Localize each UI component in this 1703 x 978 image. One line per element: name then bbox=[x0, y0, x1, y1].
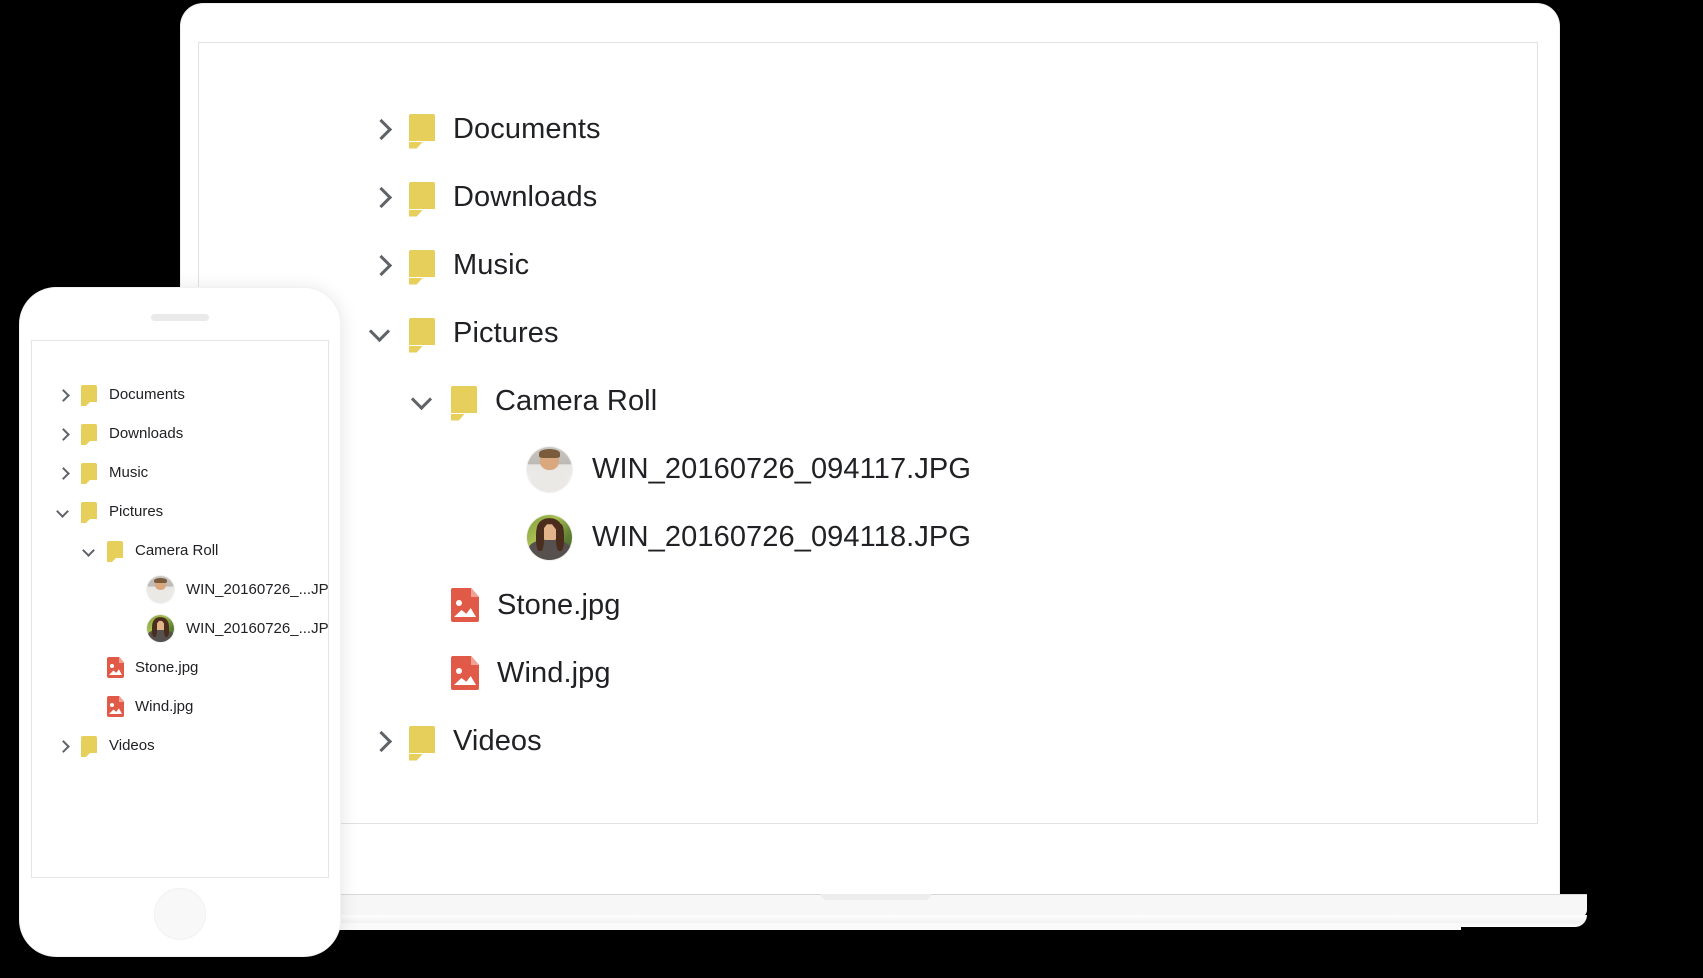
chevron-down-icon[interactable] bbox=[407, 386, 437, 416]
jpg-file-icon bbox=[107, 696, 124, 717]
desktop-tree-row-camera-roll[interactable]: Camera Roll bbox=[199, 367, 1537, 435]
folder-icon bbox=[409, 249, 435, 285]
chevron-right-icon[interactable] bbox=[54, 464, 72, 482]
photo-thumbnail bbox=[147, 615, 174, 642]
desktop-tree-row-pictures[interactable]: Pictures bbox=[199, 299, 1537, 367]
phone-tree-label: Documents bbox=[109, 386, 185, 403]
photo-thumbnail bbox=[527, 446, 572, 492]
desktop-tree-label: Wind.jpg bbox=[497, 656, 611, 689]
desktop-tree-label: Pictures bbox=[453, 316, 559, 349]
phone-screen: Documents Downloads Music Pictures Camera Ro… bbox=[31, 340, 329, 878]
laptop-base-notch bbox=[821, 894, 931, 900]
desktop-tree-row-stone-jpg[interactable]: Stone.jpg bbox=[199, 571, 1537, 639]
folder-icon bbox=[81, 502, 97, 523]
chevron-right-icon[interactable] bbox=[365, 114, 395, 144]
chevron-right-icon[interactable] bbox=[54, 386, 72, 404]
desktop-file-tree-rows: Documents Downloads Music Pictures Camera Ro… bbox=[199, 95, 1537, 775]
desktop-tree-label: Camera Roll bbox=[495, 384, 658, 417]
laptop-base-foot bbox=[281, 923, 1461, 930]
phone-file-tree[interactable]: Documents Downloads Music Pictures Camera Ro… bbox=[32, 341, 328, 765]
desktop-tree-label: WIN_20160726_094118.JPG bbox=[592, 520, 972, 553]
chevron-right-icon[interactable] bbox=[54, 425, 72, 443]
desktop-tree-label: Videos bbox=[453, 724, 542, 757]
desktop-tree-row-videos[interactable]: Videos bbox=[199, 707, 1537, 775]
desktop-tree-label: Stone.jpg bbox=[497, 588, 621, 621]
folder-icon bbox=[81, 736, 97, 757]
folder-icon bbox=[81, 385, 97, 406]
chevron-right-icon[interactable] bbox=[365, 182, 395, 212]
folder-icon bbox=[409, 113, 435, 149]
mockup-stage: Documents Downloads Music Pictures Camera Ro… bbox=[0, 0, 1703, 978]
laptop-device: Documents Downloads Music Pictures Camera Ro… bbox=[155, 4, 1587, 930]
phone-tree-label: Videos bbox=[109, 737, 155, 754]
desktop-tree-row-wind-jpg[interactable]: Wind.jpg bbox=[199, 639, 1537, 707]
folder-icon bbox=[107, 541, 123, 562]
phone-tree-row-pictures[interactable]: Pictures bbox=[32, 492, 328, 531]
folder-icon bbox=[81, 424, 97, 445]
phone-body: Documents Downloads Music Pictures Camera Ro… bbox=[20, 288, 340, 956]
folder-icon bbox=[81, 463, 97, 484]
folder-icon bbox=[451, 385, 477, 421]
phone-tree-label: Downloads bbox=[109, 425, 184, 442]
chevron-down-icon[interactable] bbox=[365, 318, 395, 348]
laptop-lid: Documents Downloads Music Pictures Camera Ro… bbox=[181, 4, 1559, 902]
phone-tree-label: Stone.jpg bbox=[135, 659, 199, 676]
folder-icon bbox=[409, 181, 435, 217]
chevron-right-icon[interactable] bbox=[365, 726, 395, 756]
desktop-tree-label: Music bbox=[453, 248, 530, 281]
phone-tree-label: Music bbox=[109, 464, 149, 481]
desktop-tree-row-downloads[interactable]: Downloads bbox=[199, 163, 1537, 231]
jpg-file-icon bbox=[107, 657, 124, 678]
phone-tree-row-downloads[interactable]: Downloads bbox=[32, 414, 328, 453]
phone-tree-row-wind-jpg[interactable]: Wind.jpg bbox=[32, 687, 328, 726]
phone-tree-label: Wind.jpg bbox=[135, 698, 194, 715]
phone-tree-label: Camera Roll bbox=[135, 542, 219, 559]
chevron-down-icon[interactable] bbox=[80, 542, 98, 560]
desktop-tree-label: WIN_20160726_094117.JPG bbox=[592, 452, 972, 485]
chevron-right-icon[interactable] bbox=[365, 250, 395, 280]
desktop-tree-row-win-20160726-094117-jpg[interactable]: WIN_20160726_094117.JPG bbox=[199, 435, 1537, 503]
phone-tree-row-win-20160726-jpg[interactable]: WIN_20160726_...JPG bbox=[32, 570, 328, 609]
desktop-tree-label: Documents bbox=[453, 112, 601, 145]
jpg-file-icon bbox=[451, 588, 479, 622]
phone-tree-row-documents[interactable]: Documents bbox=[32, 375, 328, 414]
phone-tree-label: WIN_20160726_...JPG bbox=[186, 620, 329, 637]
folder-icon bbox=[409, 317, 435, 353]
desktop-tree-row-win-20160726-094118-jpg[interactable]: WIN_20160726_094118.JPG bbox=[199, 503, 1537, 571]
phone-tree-row-win-20160726-jpg[interactable]: WIN_20160726_...JPG bbox=[32, 609, 328, 648]
phone-tree-label: WIN_20160726_...JPG bbox=[186, 581, 329, 598]
chevron-right-icon[interactable] bbox=[54, 737, 72, 755]
phone-tree-row-videos[interactable]: Videos bbox=[32, 726, 328, 765]
photo-thumbnail bbox=[147, 576, 174, 603]
photo-thumbnail bbox=[527, 514, 572, 560]
chevron-down-icon[interactable] bbox=[54, 503, 72, 521]
phone-speaker-grille bbox=[151, 314, 209, 321]
phone-tree-row-stone-jpg[interactable]: Stone.jpg bbox=[32, 648, 328, 687]
desktop-tree-label: Downloads bbox=[453, 180, 598, 213]
phone-device: Documents Downloads Music Pictures Camera Ro… bbox=[20, 288, 340, 956]
phone-tree-label: Pictures bbox=[109, 503, 164, 520]
jpg-file-icon bbox=[451, 656, 479, 690]
folder-icon bbox=[409, 725, 435, 761]
phone-tree-row-camera-roll[interactable]: Camera Roll bbox=[32, 531, 328, 570]
laptop-screen: Documents Downloads Music Pictures Camera Ro… bbox=[198, 42, 1538, 824]
desktop-file-tree[interactable]: Documents Downloads Music Pictures Camera Ro… bbox=[199, 43, 1537, 775]
desktop-tree-row-documents[interactable]: Documents bbox=[199, 95, 1537, 163]
phone-tree-row-music[interactable]: Music bbox=[32, 453, 328, 492]
desktop-tree-row-music[interactable]: Music bbox=[199, 231, 1537, 299]
phone-home-button[interactable] bbox=[154, 888, 206, 940]
